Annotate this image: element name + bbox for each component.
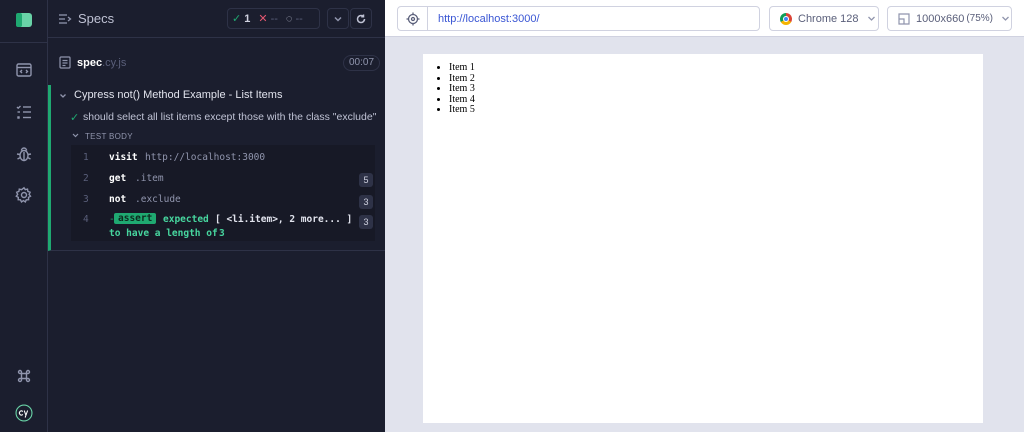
viewport-icon bbox=[898, 12, 910, 25]
chrome-icon bbox=[780, 12, 792, 25]
check-icon: ✓ bbox=[232, 13, 242, 25]
collapse-all-button[interactable] bbox=[327, 8, 349, 29]
specs-nav-icon[interactable] bbox=[12, 58, 36, 82]
spec-file-row: spec.cy.js 00:07 bbox=[48, 48, 385, 76]
debug-nav-icon[interactable] bbox=[12, 142, 36, 166]
test-title[interactable]: should select all list items except thos… bbox=[83, 111, 376, 123]
document-icon bbox=[59, 56, 71, 69]
command-row[interactable]: 2 get .item 5 bbox=[71, 170, 375, 190]
spec-duration-badge: 00:07 bbox=[343, 55, 381, 71]
chevron-down-icon bbox=[867, 16, 875, 21]
rail-divider bbox=[0, 42, 48, 43]
command-list: 1 visit http://localhost:3000 2 get .ite… bbox=[71, 145, 375, 241]
suite-title[interactable]: Cypress not() Method Example - List Item… bbox=[74, 89, 282, 101]
list-item: Item 5 bbox=[449, 104, 475, 116]
url-text[interactable]: http://localhost:3000/ bbox=[438, 13, 540, 25]
list-item: Item 1 bbox=[449, 62, 475, 74]
url-bar[interactable]: http://localhost:3000/ bbox=[397, 6, 760, 31]
spec-file-name[interactable]: spec.cy.js bbox=[77, 57, 126, 69]
selector-playground-button[interactable] bbox=[398, 7, 428, 30]
test-stats: ✓ 1 ✕ -- ◌ -- bbox=[227, 8, 320, 29]
settings-gear-icon[interactable] bbox=[12, 183, 36, 207]
pending-stat: ◌ -- bbox=[285, 12, 303, 25]
element-count-badge: 5 bbox=[359, 173, 373, 187]
failed-stat: ✕ -- bbox=[258, 12, 278, 26]
rerun-tests-button[interactable] bbox=[350, 8, 372, 29]
chevron-down-icon bbox=[334, 16, 342, 22]
command-row-assert[interactable]: 4 - assert expected [ <li.item>, 2 more.… bbox=[71, 212, 375, 240]
viewport-size: 1000x660 bbox=[916, 12, 965, 25]
side-nav-rail bbox=[0, 0, 48, 432]
test-body-label: TEST BODY bbox=[85, 132, 133, 141]
passed-stat: ✓ 1 bbox=[232, 12, 251, 26]
x-icon: ✕ bbox=[258, 13, 268, 25]
aut-iframe: Item 1 Item 2 Item 3 Item 4 Item 5 bbox=[423, 54, 983, 423]
assert-badge: assert bbox=[114, 213, 157, 224]
viewport-selector[interactable]: 1000x660 (75%) bbox=[887, 6, 1012, 31]
app-logo-icon[interactable] bbox=[14, 10, 34, 30]
chevron-down-icon[interactable] bbox=[72, 132, 79, 139]
viewport-zoom: (75%) bbox=[966, 13, 994, 24]
browser-label: Chrome 128 bbox=[798, 12, 859, 25]
aut-toolbar: http://localhost:3000/ Chrome 128 1000x6… bbox=[385, 0, 1024, 37]
browser-selector[interactable]: Chrome 128 bbox=[769, 6, 879, 31]
specs-list-icon[interactable] bbox=[58, 12, 72, 26]
reporter-header: Specs ✓ 1 ✕ -- ◌ -- bbox=[48, 0, 385, 38]
cypress-logo-icon[interactable] bbox=[11, 400, 37, 426]
command-log-reporter: Specs ✓ 1 ✕ -- ◌ -- spec.cy.js 00:07 Cyp… bbox=[48, 0, 385, 432]
item-list: Item 1 Item 2 Item 3 Item 4 Item 5 bbox=[449, 62, 475, 116]
test-passed-check-icon: ✓ bbox=[70, 112, 80, 124]
chevron-down-icon bbox=[1002, 16, 1009, 21]
keyboard-shortcuts-icon[interactable] bbox=[12, 364, 36, 388]
element-count-badge: 3 bbox=[359, 195, 373, 209]
command-row[interactable]: 3 not .exclude 3 bbox=[71, 191, 375, 211]
runs-nav-icon[interactable] bbox=[12, 100, 36, 124]
crosshair-icon bbox=[406, 12, 419, 25]
list-item: Item 3 bbox=[449, 83, 475, 95]
pending-circle-icon: ◌ bbox=[285, 12, 293, 25]
test-suite: Cypress not() Method Example - List Item… bbox=[48, 85, 385, 251]
app-under-test-panel: http://localhost:3000/ Chrome 128 1000x6… bbox=[385, 0, 1024, 432]
specs-title[interactable]: Specs bbox=[78, 11, 114, 26]
refresh-icon bbox=[356, 14, 366, 23]
chevron-down-icon[interactable] bbox=[59, 92, 67, 100]
element-count-badge: 3 bbox=[359, 215, 373, 229]
command-row[interactable]: 1 visit http://localhost:3000 bbox=[71, 149, 375, 169]
